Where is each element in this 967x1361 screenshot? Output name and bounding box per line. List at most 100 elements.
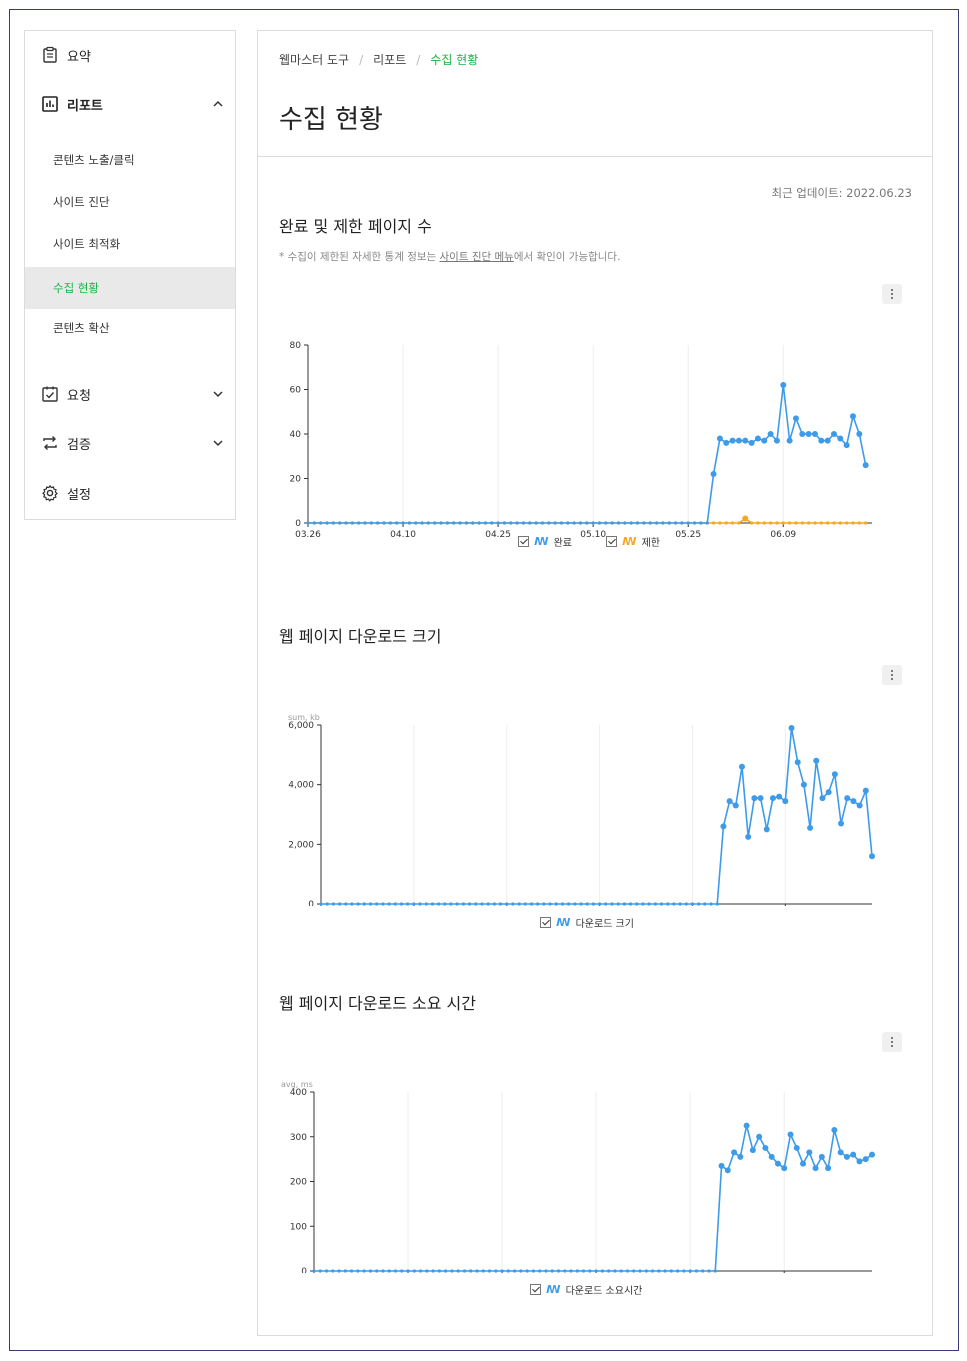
data-point xyxy=(406,902,410,906)
data-point xyxy=(635,902,639,906)
sidebar-subitem-content-spread[interactable]: 콘텐츠 확산 xyxy=(25,307,235,349)
last-updated: 최근 업데이트: 2022.06.23 xyxy=(771,186,912,200)
data-point xyxy=(511,902,515,906)
data-point xyxy=(738,763,745,770)
data-point xyxy=(585,521,589,525)
legend-item-download-time[interactable]: ꟿ 다운로드 소요시간 xyxy=(530,1282,642,1297)
data-point xyxy=(553,521,557,525)
breadcrumb-item-webmaster[interactable]: 웹마스터 도구 xyxy=(279,51,349,68)
line-series-icon: ꟿ xyxy=(556,916,571,929)
sidebar-subitem-site-diagnosis[interactable]: 사이트 진단 xyxy=(25,181,235,223)
data-point xyxy=(749,1147,756,1154)
data-point xyxy=(344,902,348,906)
data-point xyxy=(319,521,323,525)
data-point xyxy=(851,521,855,525)
data-point xyxy=(862,462,869,469)
data-point xyxy=(424,902,428,906)
y-tick-label: 6,000 xyxy=(288,721,314,731)
data-point xyxy=(540,521,545,525)
data-point xyxy=(331,1269,335,1273)
x-tick-label: 05.25 xyxy=(675,530,701,540)
data-point xyxy=(794,521,798,525)
legend-label: 제한 xyxy=(641,538,660,549)
note-prefix: * 수집이 제한된 자세한 통계 정보는 xyxy=(279,251,440,263)
data-point xyxy=(343,1269,347,1273)
legend-item-complete[interactable]: ꟿ 완료 xyxy=(518,534,572,549)
data-point xyxy=(597,902,602,906)
data-point xyxy=(843,442,850,449)
sidebar-subitem-content-exposure[interactable]: 콘텐츠 노출/클릭 xyxy=(25,139,235,181)
data-point xyxy=(788,521,792,525)
data-point xyxy=(461,902,465,906)
chevron-down-icon[interactable] xyxy=(211,436,225,450)
y-tick-label: 20 xyxy=(290,475,302,485)
sidebar-item-verify[interactable]: 검증 xyxy=(41,432,223,454)
data-point xyxy=(356,902,360,906)
legend-checkbox[interactable] xyxy=(605,536,617,547)
data-point xyxy=(492,902,496,906)
data-point xyxy=(550,1269,554,1273)
data-point xyxy=(745,833,752,840)
sidebar-subitem-crawl-status[interactable]: 수집 현황 xyxy=(25,267,235,309)
data-point xyxy=(548,902,552,906)
legend-item-download-size[interactable]: ꟿ 다운로드 크기 xyxy=(540,915,634,930)
data-point xyxy=(757,795,764,802)
data-point xyxy=(531,1269,536,1273)
y-tick-label: 2,000 xyxy=(288,840,314,850)
data-point xyxy=(819,795,826,802)
data-point xyxy=(513,1269,517,1273)
sidebar-item-report-label: 리포트 xyxy=(67,98,103,114)
sidebar-item-report[interactable]: 리포트 xyxy=(41,93,223,115)
data-point xyxy=(588,1269,592,1273)
breadcrumb-item-report[interactable]: 리포트 xyxy=(373,51,406,68)
data-point xyxy=(622,902,626,906)
data-point xyxy=(458,521,462,525)
sidebar-item-summary[interactable]: 요약 xyxy=(41,44,91,66)
note-suffix: 에서 확인이 가능합니다. xyxy=(513,251,621,263)
data-point xyxy=(600,1269,605,1273)
chevron-down-icon[interactable] xyxy=(211,387,225,401)
legend-item-restricted[interactable]: ꟿ 제한 xyxy=(605,534,660,549)
data-point xyxy=(666,902,670,906)
y-tick-label: 400 xyxy=(290,1088,307,1098)
data-point xyxy=(538,1269,542,1273)
data-point xyxy=(350,521,354,525)
data-point xyxy=(525,1269,529,1273)
data-point xyxy=(431,1269,435,1273)
clipboard-icon xyxy=(41,46,59,64)
data-point xyxy=(610,902,614,906)
data-point xyxy=(787,1131,794,1138)
legend-checkbox[interactable] xyxy=(518,536,529,547)
y-tick-label: 100 xyxy=(290,1222,307,1232)
legend-checkbox[interactable] xyxy=(540,917,551,928)
legend-label: 다운로드 크기 xyxy=(575,919,634,930)
data-point xyxy=(521,521,526,525)
data-point xyxy=(831,771,838,778)
chart3-title: 웹 페이지 다운로드 소요 시간 xyxy=(279,994,476,1013)
chart1-legend: ꟿ 완료 ꟿ 제한 xyxy=(518,534,660,549)
data-point xyxy=(559,521,564,525)
data-point xyxy=(754,435,761,442)
data-point xyxy=(856,1158,863,1165)
site-diagnosis-link[interactable]: 사이트 진단 메뉴 xyxy=(440,251,514,263)
data-point xyxy=(799,431,806,437)
data-point xyxy=(729,437,736,444)
data-point xyxy=(782,798,789,805)
sidebar-item-settings[interactable]: 설정 xyxy=(41,482,91,504)
y-tick-label: 60 xyxy=(290,386,302,396)
legend-checkbox[interactable] xyxy=(530,1284,541,1295)
chevron-up-icon[interactable] xyxy=(211,97,225,111)
sidebar-item-request[interactable]: 요청 xyxy=(41,383,223,405)
data-point xyxy=(769,795,776,802)
data-point xyxy=(481,1269,485,1273)
data-point xyxy=(688,1269,692,1273)
data-point xyxy=(826,521,830,525)
sidebar-subitem-site-optimization[interactable]: 사이트 최적화 xyxy=(25,223,235,265)
data-point xyxy=(591,902,596,906)
data-point xyxy=(812,1165,819,1172)
data-point xyxy=(560,902,565,906)
y-tick-label: 200 xyxy=(290,1178,307,1188)
data-point xyxy=(312,521,316,525)
data-point xyxy=(494,1269,498,1273)
data-point xyxy=(381,902,385,906)
